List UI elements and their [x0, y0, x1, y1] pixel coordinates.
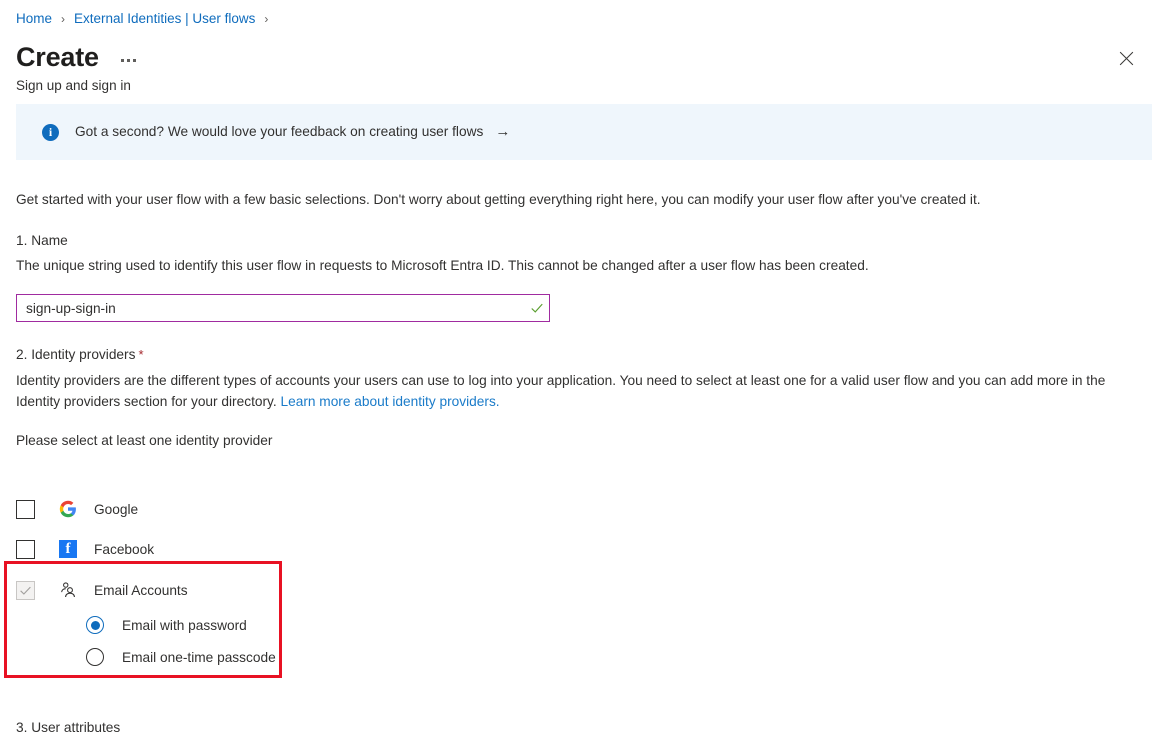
page-subtitle: Sign up and sign in — [16, 77, 131, 95]
breadcrumb-separator-icon: › — [61, 10, 65, 28]
section-description-identity-providers: Identity providers are the different typ… — [16, 370, 1120, 412]
learn-more-link[interactable]: Learn more about identity providers. — [280, 394, 499, 409]
breadcrumb-separator-icon-2: › — [264, 10, 268, 28]
feedback-banner-text: Got a second? We would love your feedbac… — [75, 123, 483, 141]
radio-row-email-with-password[interactable]: Email with password — [86, 612, 276, 638]
info-icon: i — [42, 124, 59, 141]
arrow-right-icon: → — [495, 123, 510, 141]
checkbox-google[interactable] — [16, 500, 35, 519]
page-title: Create — [16, 40, 99, 74]
provider-row-facebook[interactable]: f Facebook — [16, 534, 316, 564]
section-label-name: 1. Name — [16, 231, 68, 250]
close-icon — [1119, 51, 1134, 66]
checkmark-icon — [525, 296, 549, 320]
section-label-identity-providers-text: 2. Identity providers — [16, 347, 135, 362]
radio-label-email-with-password: Email with password — [122, 616, 247, 635]
provider-label-email-accounts: Email Accounts — [94, 581, 188, 600]
provider-label-google: Google — [94, 500, 138, 519]
page-header: Create — [16, 40, 142, 74]
required-marker: * — [138, 347, 143, 362]
identity-provider-hint: Please select at least one identity prov… — [16, 431, 272, 450]
google-icon — [58, 499, 78, 519]
provider-row-email-accounts[interactable]: Email Accounts — [16, 574, 316, 606]
close-button[interactable] — [1108, 40, 1144, 76]
breadcrumb: Home › External Identities | User flows … — [16, 10, 277, 28]
radio-label-email-one-time-passcode: Email one-time passcode — [122, 648, 276, 667]
identity-provider-list: Google f Facebook — [16, 494, 316, 606]
checkbox-facebook[interactable] — [16, 540, 35, 559]
people-icon — [58, 580, 78, 600]
ellipsis-icon[interactable] — [116, 47, 142, 73]
intro-text: Get started with your user flow with a f… — [16, 190, 981, 209]
name-field-wrapper — [16, 294, 550, 322]
radio-email-with-password[interactable] — [86, 616, 104, 634]
provider-label-facebook: Facebook — [94, 540, 154, 559]
section-label-user-attributes: 3. User attributes — [16, 718, 120, 737]
feedback-banner-link[interactable]: i Got a second? We would love your feedb… — [42, 123, 510, 141]
radio-email-one-time-passcode[interactable] — [86, 648, 104, 666]
section-label-identity-providers: 2. Identity providers* — [16, 345, 144, 364]
checkbox-email-accounts — [16, 581, 35, 600]
facebook-icon: f — [58, 539, 78, 559]
email-options-group: Email with password Email one-time passc… — [86, 612, 276, 676]
provider-row-google[interactable]: Google — [16, 494, 316, 524]
section-description-name: The unique string used to identify this … — [16, 256, 869, 275]
feedback-banner: i Got a second? We would love your feedb… — [16, 104, 1152, 160]
radio-row-email-one-time-passcode[interactable]: Email one-time passcode — [86, 644, 276, 670]
name-input[interactable] — [17, 295, 525, 321]
idp-description-text: Identity providers are the different typ… — [16, 373, 1105, 409]
breadcrumb-item-home[interactable]: Home — [16, 10, 52, 28]
breadcrumb-item-external-identities[interactable]: External Identities | User flows — [74, 10, 255, 28]
